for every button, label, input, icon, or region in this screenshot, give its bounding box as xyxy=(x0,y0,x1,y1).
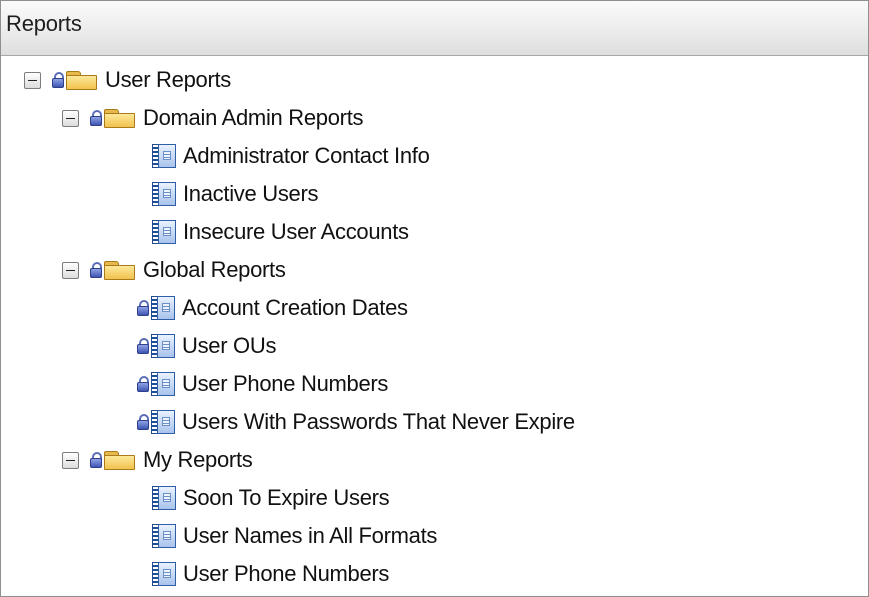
tree-node-user-reports[interactable]: User Reports xyxy=(24,61,233,99)
tree-item-users-with-passwords-never-expire[interactable]: Users With Passwords That Never Expire xyxy=(136,403,577,441)
collapse-minus-icon[interactable] xyxy=(62,451,79,469)
lock-icon xyxy=(51,71,65,89)
folder-icon xyxy=(103,107,137,129)
tree-node-my-reports[interactable]: My Reports xyxy=(62,441,254,479)
tree-item-label: User Phone Numbers xyxy=(183,561,390,586)
collapse-minus-icon[interactable] xyxy=(24,71,41,89)
tree-node-domain-admin-reports[interactable]: Domain Admin Reports xyxy=(62,99,365,137)
tree-item-label: User Names in All Formats xyxy=(183,523,438,548)
lock-icon xyxy=(136,413,150,431)
lock-icon xyxy=(89,109,103,127)
tree-item-user-phone-numbers-global[interactable]: User Phone Numbers xyxy=(136,365,390,403)
tree-item-label: Account Creation Dates xyxy=(182,295,408,320)
tree-item-label: User Phone Numbers xyxy=(182,371,389,396)
tree-item-label: User OUs xyxy=(182,333,277,358)
report-icon xyxy=(151,219,177,245)
lock-icon xyxy=(89,261,103,279)
report-icon xyxy=(150,333,176,359)
tree-item-label: Users With Passwords That Never Expire xyxy=(182,409,575,434)
folder-icon xyxy=(103,449,137,471)
tree-item-label: Insecure User Accounts xyxy=(183,219,409,244)
tree-item-soon-to-expire-users[interactable]: Soon To Expire Users xyxy=(151,479,391,517)
tree-item-user-phone-numbers-my[interactable]: User Phone Numbers xyxy=(151,555,391,593)
tree-item-label: Soon To Expire Users xyxy=(183,485,390,510)
tree-node-label: My Reports xyxy=(143,447,253,472)
tree-item-account-creation-dates[interactable]: Account Creation Dates xyxy=(136,289,410,327)
report-icon xyxy=(151,561,177,587)
tree-item-label: Administrator Contact Info xyxy=(183,143,430,168)
panel-title: Reports xyxy=(6,11,82,36)
report-icon xyxy=(151,181,177,207)
lock-icon xyxy=(89,451,103,469)
folder-icon xyxy=(65,69,99,91)
report-icon xyxy=(150,295,176,321)
report-icon xyxy=(151,485,177,511)
tree-node-label: Global Reports xyxy=(143,257,286,282)
tree-node-global-reports[interactable]: Global Reports xyxy=(62,251,288,289)
tree-item-administrator-contact-info[interactable]: Administrator Contact Info xyxy=(151,137,432,175)
folder-icon xyxy=(103,259,137,281)
tree-item-user-names-in-all-formats[interactable]: User Names in All Formats xyxy=(151,517,439,555)
report-icon xyxy=(150,371,176,397)
tree-node-label: Domain Admin Reports xyxy=(143,105,364,130)
tree-item-insecure-user-accounts[interactable]: Insecure User Accounts xyxy=(151,213,411,251)
report-icon xyxy=(151,143,177,169)
lock-icon xyxy=(136,337,150,355)
collapse-minus-icon[interactable] xyxy=(62,109,79,127)
tree-item-inactive-users[interactable]: Inactive Users xyxy=(151,175,320,213)
panel-header: Reports xyxy=(1,1,868,56)
collapse-minus-icon[interactable] xyxy=(62,261,79,279)
tree-item-user-ous[interactable]: User OUs xyxy=(136,327,278,365)
tree-item-label: Inactive Users xyxy=(183,181,319,206)
lock-icon xyxy=(136,375,150,393)
reports-panel: Reports User Reports Domain Admin Report… xyxy=(0,0,869,597)
tree-node-label: User Reports xyxy=(105,67,231,92)
report-icon xyxy=(150,409,176,435)
lock-icon xyxy=(136,299,150,317)
report-icon xyxy=(151,523,177,549)
